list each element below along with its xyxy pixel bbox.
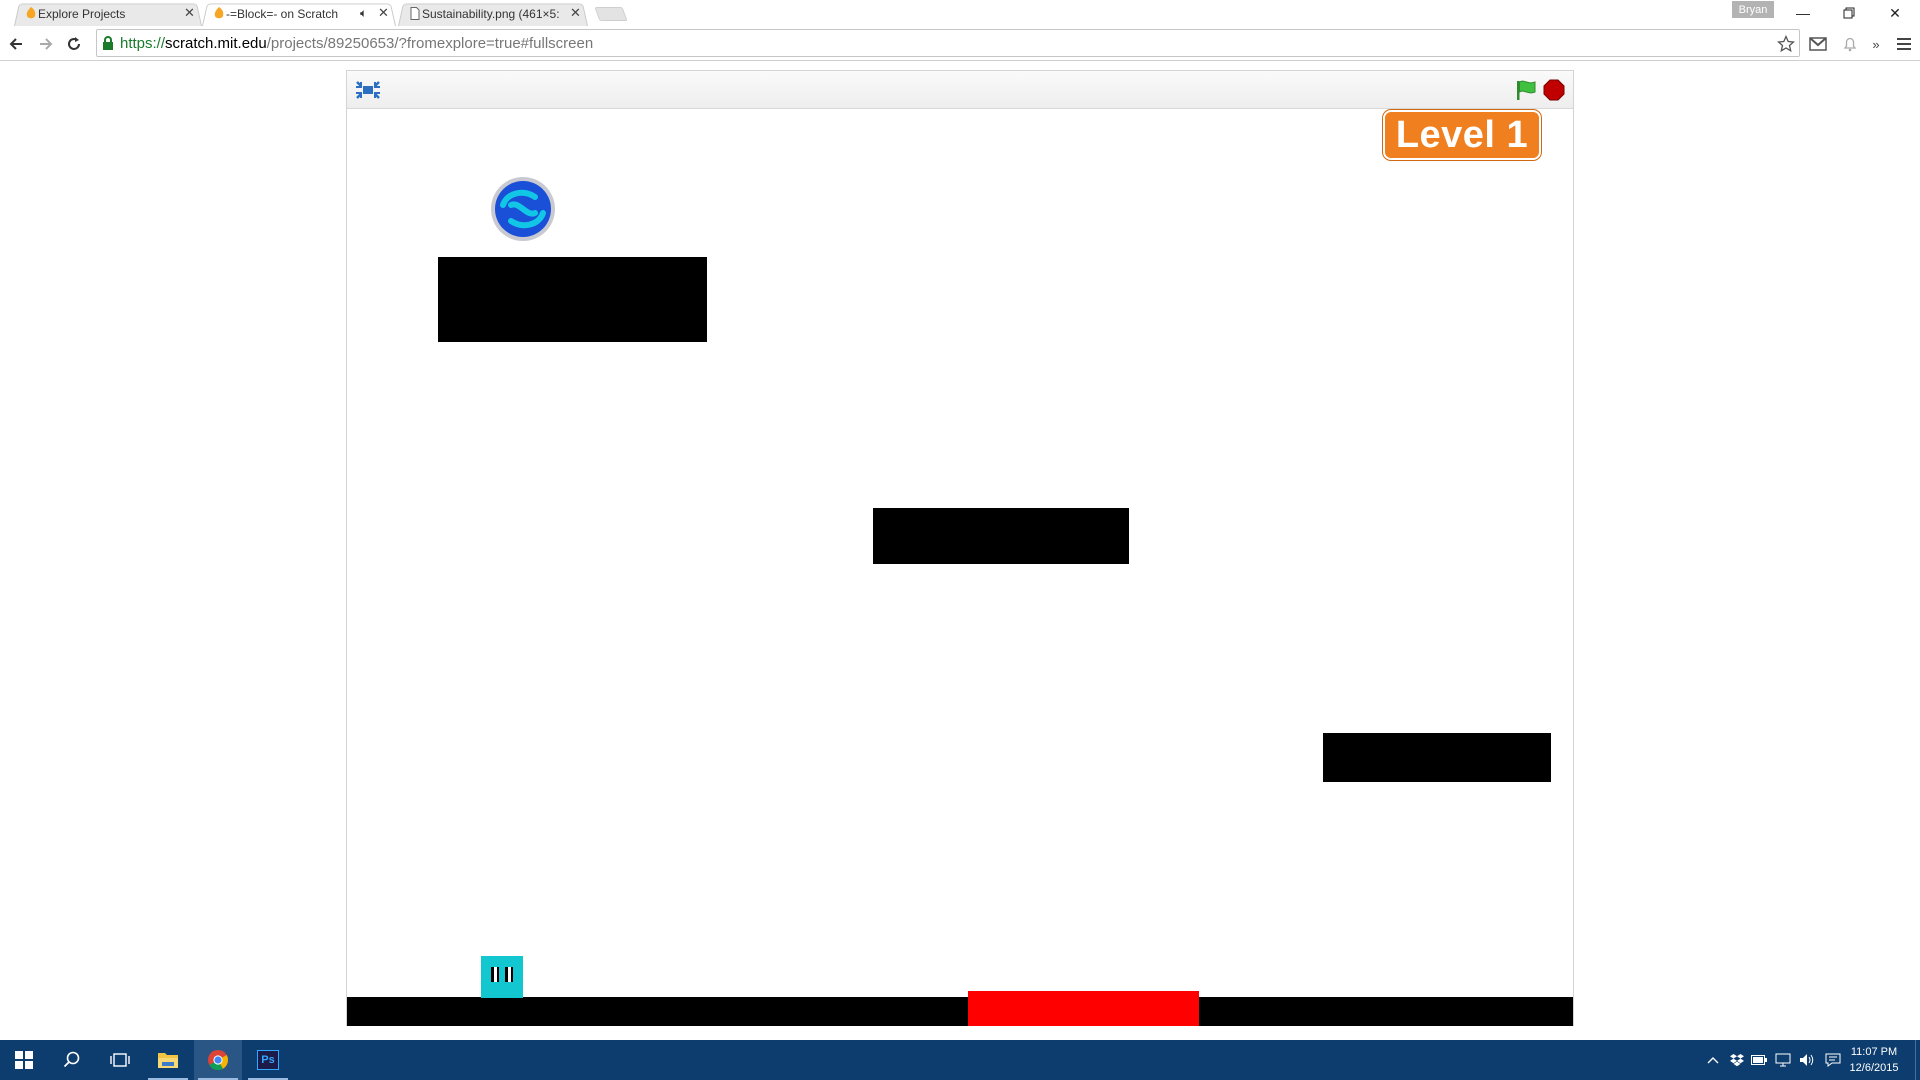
clock-date: 12/6/2015 [1849, 1062, 1899, 1074]
level-indicator: Level 1 [1383, 110, 1541, 160]
show-desktop-button[interactable] [1915, 1040, 1920, 1080]
platform-top-left [438, 257, 707, 342]
player-controls-bar [347, 71, 1573, 109]
tab-block-on-scratch[interactable]: -=Block=- on Scratch 🔈︎ ✕ [202, 2, 396, 26]
unfullscreen-icon[interactable] [355, 79, 381, 101]
taskbar-clock[interactable]: 11:07 PM 12/6/2015 [1844, 1044, 1904, 1076]
extensions-overflow-icon[interactable]: » [1866, 34, 1886, 54]
task-view-icon[interactable] [96, 1040, 144, 1080]
player-eye-right [505, 967, 513, 982]
windows-start-icon[interactable] [0, 1040, 48, 1080]
document-icon [410, 7, 420, 20]
chrome-menu-icon[interactable] [1894, 34, 1914, 54]
tab-title: Explore Projects [38, 7, 126, 21]
action-center-icon[interactable] [1824, 1050, 1842, 1070]
player-eye-left [491, 967, 499, 982]
battery-icon[interactable] [1750, 1050, 1768, 1070]
scratch-favicon-icon [26, 7, 36, 19]
reload-icon[interactable] [62, 32, 86, 56]
lava-hazard [968, 991, 1199, 1026]
gmail-extension-icon[interactable] [1808, 34, 1828, 54]
show-hidden-icons-icon[interactable] [1704, 1050, 1722, 1070]
scratch-player: Level 1 [346, 70, 1574, 1026]
url-host: scratch.mit.edu [165, 34, 267, 52]
tab-sustainability-png[interactable]: Sustainability.png (461×5: ✕ [398, 2, 588, 26]
search-icon[interactable] [48, 1040, 96, 1080]
tab-explore-projects[interactable]: Explore Projects ✕ [14, 2, 202, 26]
dropbox-icon[interactable] [1728, 1050, 1746, 1070]
tab-title: Sustainability.png (461×5: [422, 7, 560, 21]
platform-right [1323, 733, 1551, 782]
file-explorer-icon[interactable] [144, 1040, 192, 1080]
close-window-icon[interactable]: ✕ [1880, 3, 1910, 23]
windows-taskbar: Ps 11:07 PM 12/6/2015 [0, 1040, 1920, 1080]
goal-portal-icon [491, 177, 555, 241]
photoshop-label: Ps [257, 1050, 279, 1070]
network-icon[interactable] [1774, 1050, 1792, 1070]
url-scheme: https:// [120, 34, 166, 52]
stop-icon[interactable] [1543, 79, 1565, 101]
close-tab-icon[interactable]: ✕ [570, 5, 581, 21]
platform-middle [873, 508, 1129, 564]
restore-icon[interactable] [1834, 3, 1864, 23]
address-bar[interactable]: https://scratch.mit.edu/projects/8925065… [96, 29, 1800, 57]
profile-button[interactable]: Bryan [1732, 1, 1774, 18]
close-tab-icon[interactable]: ✕ [378, 5, 389, 21]
tab-title: -=Block=- on Scratch [226, 7, 339, 21]
minimize-icon[interactable]: — [1788, 3, 1818, 23]
ground-platform [347, 997, 1573, 1026]
lock-icon [103, 36, 113, 50]
volume-icon[interactable] [1798, 1050, 1816, 1070]
back-icon[interactable] [4, 32, 28, 56]
browser-toolbar: https://scratch.mit.edu/projects/8925065… [0, 26, 1920, 61]
game-stage[interactable]: Level 1 [347, 109, 1573, 1026]
forward-icon[interactable] [34, 32, 58, 56]
scratch-favicon-icon [214, 7, 224, 19]
new-tab-button[interactable] [594, 7, 628, 21]
url-path: /projects/89250653/?fromexplore=true#ful… [266, 34, 594, 52]
close-tab-icon[interactable]: ✕ [184, 5, 195, 21]
green-flag-icon[interactable] [1514, 78, 1538, 102]
bookmark-star-icon[interactable] [1776, 34, 1796, 54]
chrome-icon[interactable] [194, 1040, 242, 1080]
audio-playing-icon[interactable]: 🔈︎ [360, 6, 367, 21]
player-character [481, 956, 523, 998]
notification-bell-icon[interactable] [1840, 34, 1860, 54]
clock-time: 11:07 PM [1850, 1046, 1898, 1058]
tab-strip: Explore Projects ✕ -=Block=- on Scratch … [0, 0, 1920, 26]
photoshop-icon[interactable]: Ps [244, 1040, 292, 1080]
